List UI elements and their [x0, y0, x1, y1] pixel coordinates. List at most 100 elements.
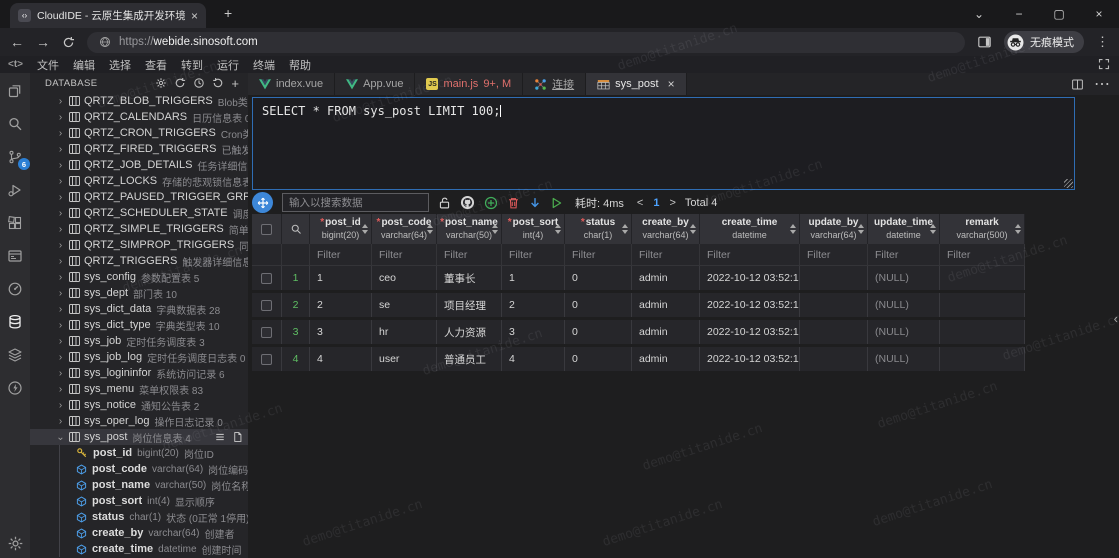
row-select-cell[interactable] [252, 320, 282, 344]
cell-status[interactable]: 0 [565, 293, 632, 317]
menu-item-help[interactable]: 帮助 [282, 57, 318, 73]
row-select-cell[interactable] [252, 293, 282, 317]
cell-post_sort[interactable]: 3 [502, 320, 565, 344]
tree-item-QRTZ_JOB_DETAILS[interactable]: › QRTZ_JOB_DETAILS 任务详细信息... [30, 157, 248, 173]
cell-status[interactable]: 0 [565, 347, 632, 371]
settings-gear-icon[interactable] [0, 535, 30, 552]
tree-column-status[interactable]: status char(1) 状态 (0正常 1停用) [30, 509, 248, 525]
run-query-icon[interactable] [550, 196, 563, 210]
column-header-update_by[interactable]: update_by varchar(64) [800, 214, 868, 244]
tree-item-sys_config[interactable]: › sys_config 参数配置表 5 [30, 269, 248, 285]
move-button[interactable] [252, 192, 273, 213]
tab-connection[interactable]: 连接 [523, 73, 586, 95]
refresh-icon[interactable] [212, 77, 224, 89]
sort-icon[interactable] [858, 224, 864, 234]
column-header-create_by[interactable]: create_by varchar(64) [632, 214, 700, 244]
tree-item-QRTZ_TRIGGERS[interactable]: › QRTZ_TRIGGERS 触发器详细信息表 3 [30, 253, 248, 269]
split-editor-icon[interactable] [1071, 78, 1084, 91]
more-actions-icon[interactable]: ⋯ [1094, 74, 1110, 94]
tree-item-sys_notice[interactable]: › sys_notice 通知公告表 2 [30, 397, 248, 413]
tree-item-sys_job_log[interactable]: › sys_job_log 定时任务调度日志表 0 [30, 349, 248, 365]
search-icon[interactable] [5, 114, 25, 134]
cell-create_by[interactable]: admin [632, 266, 700, 290]
cell-update_by[interactable] [800, 293, 868, 317]
unlock-icon[interactable] [438, 196, 451, 210]
table-row[interactable]: 44user普通员工40admin2022-10-12 03:52:12(NUL… [252, 347, 1025, 371]
layers-icon[interactable] [5, 345, 25, 365]
menu-item-terminal[interactable]: 终端 [246, 57, 282, 73]
split-screen-icon[interactable] [977, 35, 992, 49]
prev-page-icon[interactable]: < [637, 197, 643, 209]
forward-icon[interactable]: → [36, 35, 50, 49]
tree-column-post_name[interactable]: post_name varchar(50) 岗位名称 [30, 477, 248, 493]
cell-post_code[interactable]: user [372, 347, 437, 371]
sort-icon[interactable] [555, 224, 561, 234]
tree-item-QRTZ_SIMPROP_TRIGGERS[interactable]: › QRTZ_SIMPROP_TRIGGERS 同步机... [30, 237, 248, 253]
cell-create_by[interactable]: admin [632, 320, 700, 344]
cell-create_time[interactable]: 2022-10-12 03:52:12 [700, 347, 800, 371]
cell-post_sort[interactable]: 1 [502, 266, 565, 290]
window-minimize-icon[interactable]: − [999, 0, 1039, 28]
cell-post_name[interactable]: 普通员工 [437, 347, 502, 371]
cell-create_by[interactable]: admin [632, 347, 700, 371]
column-header-remark[interactable]: remark varchar(500) [940, 214, 1025, 244]
tree-item-QRTZ_CRON_TRIGGERS[interactable]: › QRTZ_CRON_TRIGGERS Cron类型... [30, 125, 248, 141]
history-icon[interactable] [193, 77, 205, 89]
tree-item-QRTZ_SIMPLE_TRIGGERS[interactable]: › QRTZ_SIMPLE_TRIGGERS 简单触发... [30, 221, 248, 237]
row-search-cell[interactable] [282, 214, 310, 244]
tree-item-QRTZ_LOCKS[interactable]: › QRTZ_LOCKS 存储的悲观锁信息表 2 [30, 173, 248, 189]
filter-input-post_id[interactable]: Filter [310, 244, 372, 266]
checkbox[interactable] [261, 354, 272, 365]
cell-post_name[interactable]: 人力资源 [437, 320, 502, 344]
sort-icon[interactable] [1015, 224, 1021, 234]
tree-item-QRTZ_SCHEDULER_STATE[interactable]: › QRTZ_SCHEDULER_STATE 调度器状... [30, 205, 248, 221]
menu-item-file[interactable]: 文件 [30, 57, 66, 73]
table-row[interactable]: 22se项目经理20admin2022-10-12 03:52:12(NULL) [252, 293, 1025, 317]
tree-column-create_by[interactable]: create_by varchar(64) 创建者 [30, 525, 248, 541]
browser-menu-icon[interactable]: ⋮ [1096, 34, 1109, 50]
sidebar-gear-icon[interactable] [155, 77, 167, 89]
cell-status[interactable]: 0 [565, 320, 632, 344]
filter-input-post_name[interactable]: Filter [437, 244, 502, 266]
tree-item-QRTZ_CALENDARS[interactable]: › QRTZ_CALENDARS 日历信息表 0 [30, 109, 248, 125]
filter-input-update_by[interactable]: Filter [800, 244, 868, 266]
menu-item-run[interactable]: 运行 [210, 57, 246, 73]
cell-update_time[interactable]: (NULL) [868, 266, 940, 290]
column-header-post_name[interactable]: *post_name varchar(50) [437, 214, 502, 244]
filter-input-create_by[interactable]: Filter [632, 244, 700, 266]
tab-main-js[interactable]: JS main.js 9+, M [415, 73, 523, 95]
column-header-status[interactable]: *status char(1) [565, 214, 632, 244]
tree-item-sys_dict_type[interactable]: › sys_dict_type 字典类型表 10 [30, 317, 248, 333]
filter-input-status[interactable]: Filter [565, 244, 632, 266]
browser-tab[interactable]: ‹› CloudIDE - 云原生集成开发环境 × [10, 3, 206, 28]
cell-post_code[interactable]: hr [372, 320, 437, 344]
cell-status[interactable]: 0 [565, 266, 632, 290]
window-restore-icon[interactable]: ▢ [1039, 0, 1079, 28]
cell-remark[interactable] [940, 347, 1025, 371]
checkbox[interactable] [261, 224, 272, 235]
cell-remark[interactable] [940, 320, 1025, 344]
window-close-icon[interactable]: × [1079, 0, 1119, 28]
cell-post_id[interactable]: 2 [310, 293, 372, 317]
cell-create_by[interactable]: admin [632, 293, 700, 317]
menu-item-edit[interactable]: 编辑 [66, 57, 102, 73]
tree-item-sys_logininfor[interactable]: › sys_logininfor 系统访问记录 6 [30, 365, 248, 381]
url-bar[interactable]: https://webide.sinosoft.com [87, 32, 965, 53]
tree-item-QRTZ_BLOB_TRIGGERS[interactable]: › QRTZ_BLOB_TRIGGERS Blob类型的... [30, 93, 248, 109]
tree-item-sys_menu[interactable]: › sys_menu 菜单权限表 83 [30, 381, 248, 397]
window-menu-icon[interactable]: ⌄ [959, 0, 999, 28]
collapse-panel-icon[interactable]: ‹ [1114, 311, 1118, 326]
download-icon[interactable] [529, 196, 541, 210]
cell-update_time[interactable]: (NULL) [868, 320, 940, 344]
column-header-create_time[interactable]: create_time datetime [700, 214, 800, 244]
tree-item-sys_dict_data[interactable]: › sys_dict_data 字典数据表 28 [30, 301, 248, 317]
sql-editor[interactable]: SELECT * FROM sys_post LIMIT 100; [252, 97, 1075, 190]
menu-item-selection[interactable]: 选择 [102, 57, 138, 73]
checkbox[interactable] [261, 273, 272, 284]
cell-update_by[interactable] [800, 347, 868, 371]
cell-remark[interactable] [940, 293, 1025, 317]
reload-icon[interactable] [62, 36, 75, 49]
cell-post_id[interactable]: 1 [310, 266, 372, 290]
sort-icon[interactable] [492, 224, 498, 234]
sort-icon[interactable] [622, 224, 628, 234]
